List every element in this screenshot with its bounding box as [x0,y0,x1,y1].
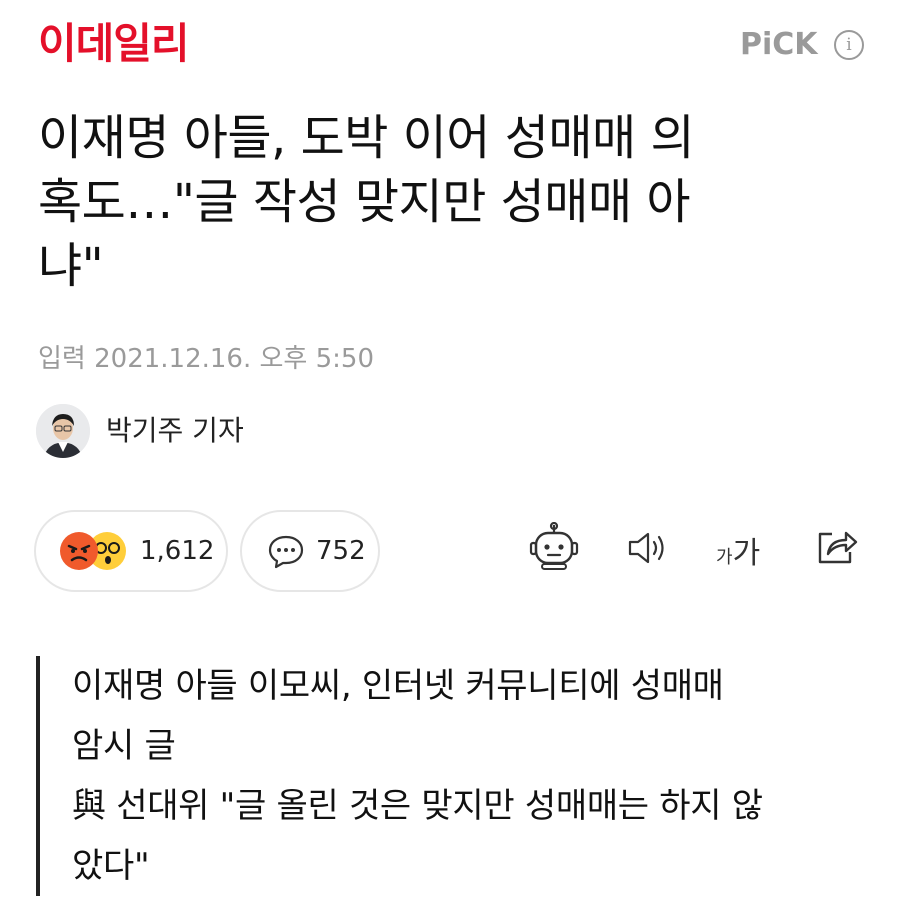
reporter-name[interactable]: 박기주 기자 [106,412,244,450]
font-size-small-label: 가 [716,547,733,568]
reporter-photo-icon [36,404,90,458]
share-icon[interactable] [814,524,860,568]
reaction-count: 1,612 [140,536,215,566]
published-date: 입력 2021.12.16. 오후 5:50 [38,344,374,374]
angry-emoji-icon [60,532,98,570]
headline-line: 냐" [38,238,104,294]
comment-count: 752 [316,536,366,566]
reaction-emojis [60,526,140,576]
top-bar: 이데일리 PiCK i [0,0,900,90]
reporter-avatar[interactable] [36,404,90,458]
summary-line: 았다" [72,846,150,886]
headline-line: 혹도…"글 작성 맞지만 성매매 아 [38,174,691,230]
headline-line: 이재명 아들, 도박 이어 성매매 의 [38,110,695,166]
article-headline: 이재명 아들, 도박 이어 성매매 의 혹도…"글 작성 맞지만 성매매 아 냐… [38,106,868,298]
summary-line: 이재명 아들 이모씨, 인터넷 커뮤니티에 성매매 [72,666,724,706]
publisher-logo[interactable]: 이데일리 [38,18,190,70]
summary-line: 與 선대위 "글 올린 것은 맞지만 성매매는 하지 않 [72,786,763,826]
info-icon[interactable]: i [834,30,864,60]
robot-summary-icon[interactable] [528,522,580,572]
speaker-icon[interactable] [626,528,670,568]
pick-label[interactable]: PiCK [740,28,818,62]
comment-button[interactable]: 752 [240,510,380,592]
comment-bubble-icon [268,535,304,569]
font-size-icon[interactable]: 가가 [716,528,761,571]
article-summary: 이재명 아들 이모씨, 인터넷 커뮤니티에 성매매 암시 글 與 선대위 "글 … [36,656,856,896]
font-size-big-label: 가 [732,536,761,571]
summary-line: 암시 글 [72,726,176,766]
reaction-button[interactable]: 1,612 [34,510,228,592]
